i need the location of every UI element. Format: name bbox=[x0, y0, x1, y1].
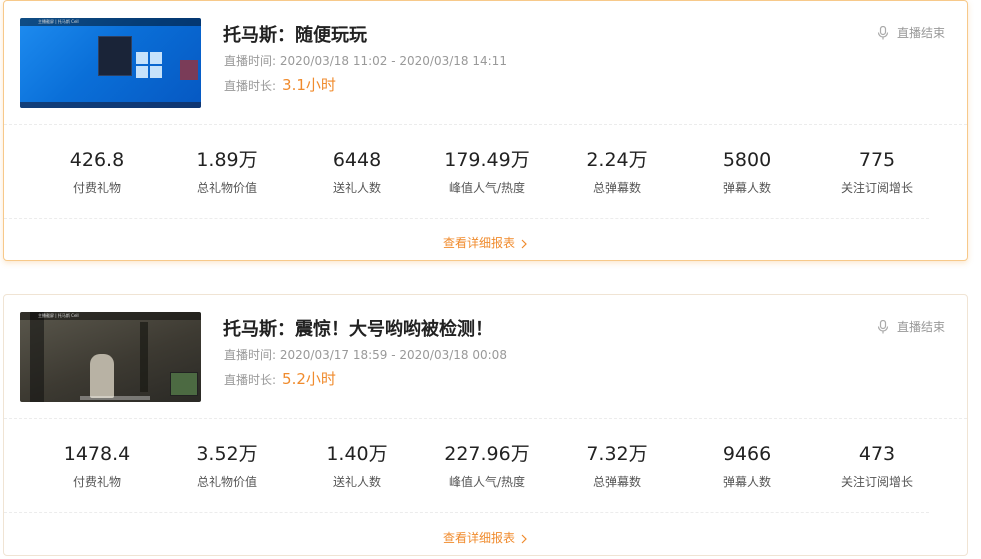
stat-label: 送礼人数 bbox=[332, 475, 381, 489]
chevron-right-icon bbox=[521, 239, 527, 248]
stat-follow-growth: 473 关注订阅增长 bbox=[802, 443, 952, 490]
view-report-link[interactable]: 查看详细报表 bbox=[4, 529, 967, 546]
duration-prefix: 直播时长: bbox=[224, 373, 277, 387]
status-text: 直播结束 bbox=[896, 26, 945, 40]
session-title[interactable]: 托马斯：震惊！大号哟哟被检测！ bbox=[223, 315, 493, 341]
stat-label: 峰值人气/热度 bbox=[448, 181, 526, 195]
stat-peak-popularity: 179.49万峰值人气/热度 bbox=[412, 149, 562, 196]
microphone-icon bbox=[877, 25, 889, 39]
webcam-overlay bbox=[180, 60, 198, 80]
stat-value: 5800 bbox=[722, 149, 772, 171]
thumbnail-character bbox=[90, 354, 114, 398]
duration-value: 5.2小时 bbox=[282, 370, 336, 388]
time-range: 2020/03/17 18:59 - 2020/03/18 00:08 bbox=[279, 348, 507, 362]
status-badge: 直播结束 bbox=[877, 24, 945, 41]
stat-follow-growth: 775 关注订阅增长 bbox=[802, 149, 952, 196]
chevron-right-icon bbox=[521, 534, 527, 543]
thumbnail-hud bbox=[80, 396, 150, 400]
view-report-label: 查看详细报表 bbox=[442, 531, 515, 545]
stat-total-gift-value: 3.52万总礼物价值 bbox=[152, 443, 302, 490]
session-title[interactable]: 托马斯：随便玩玩 bbox=[223, 21, 367, 47]
stream-thumbnail[interactable]: 主播截屏 | 托马斯 Cell bbox=[20, 312, 201, 402]
session-time: 直播时间: 2020/03/17 18:59 - 2020/03/18 00:0… bbox=[224, 346, 507, 363]
stat-value: 227.96万 bbox=[444, 443, 530, 465]
stat-value: 1.40万 bbox=[326, 443, 388, 465]
stat-label: 总礼物价值 bbox=[196, 181, 257, 195]
stat-value: 775 bbox=[858, 149, 896, 171]
stat-peak-popularity: 227.96万峰值人气/热度 bbox=[412, 443, 562, 490]
thumbnail-caption: 主播截屏 | 托马斯 Cell bbox=[38, 19, 79, 24]
stats-row: 426.8 付费礼物 1.89万总礼物价值 6448 送礼人数 179.49万峰值人… bbox=[4, 125, 929, 219]
stat-label: 弹幕人数 bbox=[722, 475, 771, 489]
stream-thumbnail[interactable]: 主播截屏 | 托马斯 Cell bbox=[20, 18, 201, 108]
stat-label: 付费礼物 bbox=[72, 475, 121, 489]
stat-value: 179.49万 bbox=[444, 149, 530, 171]
stat-value: 1478.4 bbox=[63, 443, 131, 465]
stat-total-gift-value: 1.89万总礼物价值 bbox=[152, 149, 302, 196]
session-card[interactable]: 主播截屏 | 托马斯 Cell 托马斯：随便玩玩 直播时间: 2020/03/1… bbox=[3, 0, 968, 261]
stat-value: 2.24万 bbox=[586, 149, 648, 171]
session-time: 直播时间: 2020/03/18 11:02 - 2020/03/18 14:1… bbox=[224, 52, 507, 69]
stat-label: 峰值人气/热度 bbox=[448, 475, 526, 489]
stat-value: 7.32万 bbox=[586, 443, 648, 465]
stat-value: 1.89万 bbox=[196, 149, 258, 171]
status-badge: 直播结束 bbox=[877, 318, 945, 335]
stats-row: 1478.4 付费礼物 3.52万总礼物价值 1.40万送礼人数 227.96万峰… bbox=[4, 419, 929, 513]
time-prefix: 直播时间: bbox=[224, 348, 277, 362]
windows-logo-icon bbox=[136, 52, 162, 78]
stat-danmaku-users: 9466 弹幕人数 bbox=[672, 443, 822, 490]
time-prefix: 直播时间: bbox=[224, 54, 277, 68]
thumbnail-caption: 主播截屏 | 托马斯 Cell bbox=[38, 313, 79, 318]
thumbnail-window bbox=[98, 36, 132, 76]
view-report-label: 查看详细报表 bbox=[442, 236, 515, 250]
thumbnail-scene bbox=[30, 312, 44, 402]
stat-label: 付费礼物 bbox=[72, 181, 121, 195]
session-header: 主播截屏 | 托马斯 Cell 托马斯：震惊！大号哟哟被检测！ 直播时间: 20… bbox=[4, 295, 967, 419]
stat-paid-gifts: 1478.4 付费礼物 bbox=[22, 443, 172, 490]
stat-gifters: 6448 送礼人数 bbox=[282, 149, 432, 196]
stat-value: 9466 bbox=[722, 443, 772, 465]
thumbnail-scene bbox=[140, 322, 148, 392]
duration-prefix: 直播时长: bbox=[224, 79, 277, 93]
stat-label: 总弹幕数 bbox=[592, 181, 641, 195]
stat-label: 关注订阅增长 bbox=[840, 475, 913, 489]
status-text: 直播结束 bbox=[896, 320, 945, 334]
session-duration: 直播时长: 3.1小时 bbox=[224, 74, 336, 95]
duration-value: 3.1小时 bbox=[282, 76, 336, 94]
session-duration: 直播时长: 5.2小时 bbox=[224, 368, 336, 389]
session-header: 主播截屏 | 托马斯 Cell 托马斯：随便玩玩 直播时间: 2020/03/1… bbox=[4, 1, 967, 125]
stat-value: 426.8 bbox=[69, 149, 125, 171]
stat-danmaku-users: 5800 弹幕人数 bbox=[672, 149, 822, 196]
stat-label: 总礼物价值 bbox=[196, 475, 257, 489]
stat-value: 473 bbox=[858, 443, 896, 465]
stat-total-danmaku: 7.32万总弹幕数 bbox=[542, 443, 692, 490]
microphone-icon bbox=[877, 319, 889, 333]
stat-label: 总弹幕数 bbox=[592, 475, 641, 489]
stat-value: 3.52万 bbox=[196, 443, 258, 465]
stat-label: 弹幕人数 bbox=[722, 181, 771, 195]
stat-label: 送礼人数 bbox=[332, 181, 381, 195]
stat-label: 关注订阅增长 bbox=[840, 181, 913, 195]
view-report-link[interactable]: 查看详细报表 bbox=[4, 234, 967, 251]
stat-total-danmaku: 2.24万总弹幕数 bbox=[542, 149, 692, 196]
stat-paid-gifts: 426.8 付费礼物 bbox=[22, 149, 172, 196]
time-range: 2020/03/18 11:02 - 2020/03/18 14:11 bbox=[279, 54, 507, 68]
thumbnail-taskbar bbox=[20, 102, 201, 108]
stat-value: 6448 bbox=[332, 149, 382, 171]
stat-gifters: 1.40万送礼人数 bbox=[282, 443, 432, 490]
session-card[interactable]: 主播截屏 | 托马斯 Cell 托马斯：震惊！大号哟哟被检测！ 直播时间: 20… bbox=[3, 294, 968, 556]
thumbnail-minimap bbox=[170, 372, 198, 396]
